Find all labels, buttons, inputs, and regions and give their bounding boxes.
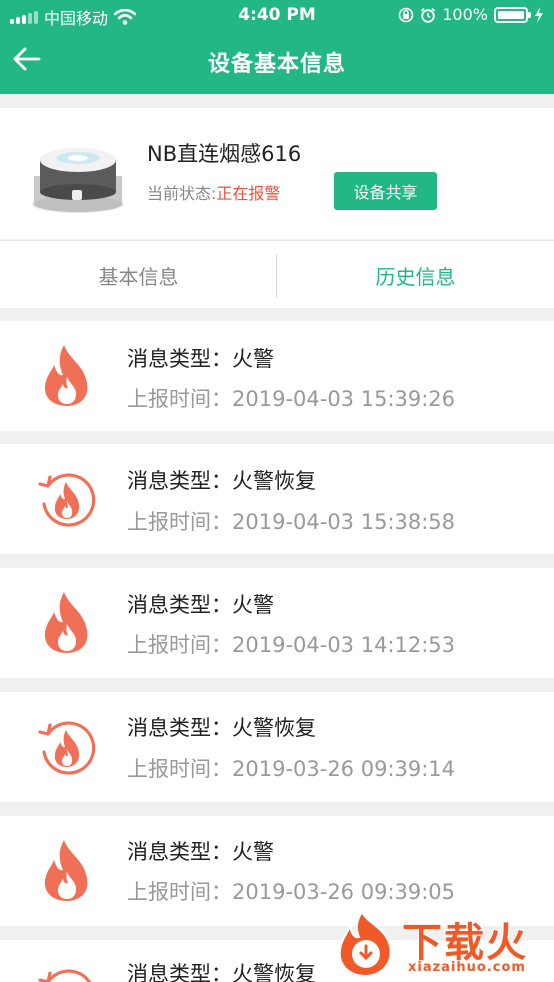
orientation-lock-icon xyxy=(398,7,414,22)
time-value: 2019-03-26 09:39:05 xyxy=(232,880,456,904)
type-label: 消息类型： xyxy=(127,716,232,740)
charging-icon xyxy=(535,6,543,23)
list-item[interactable]: 消息类型：火警恢复 上报时间：2019-03-26 09:39:14 xyxy=(0,692,554,802)
share-device-button[interactable]: 设备共享 xyxy=(334,172,437,210)
tab-bar: 基本信息 历史信息 xyxy=(0,240,554,308)
type-label: 消息类型： xyxy=(127,962,232,982)
record-time: 上报时间：2019-04-03 14:12:53 xyxy=(127,629,455,659)
record-type: 消息类型：火警恢复 xyxy=(127,958,316,982)
record-type: 消息类型：火警恢复 xyxy=(127,712,316,742)
fire-recovery-icon xyxy=(38,721,96,775)
status-value: 正在报警 xyxy=(216,184,281,203)
alarm-icon xyxy=(421,7,436,23)
time-value: 2019-04-03 15:38:58 xyxy=(232,510,456,534)
time-label: 上报时间： xyxy=(127,387,232,411)
status-right: 100% xyxy=(398,5,544,24)
record-type: 消息类型：火警 xyxy=(127,343,274,373)
record-type: 消息类型：火警恢复 xyxy=(127,465,316,495)
list-item[interactable]: 消息类型：火警 上报时间：2019-04-03 14:12:53 xyxy=(0,568,554,678)
record-time: 上报时间：2019-03-26 09:39:14 xyxy=(127,753,455,783)
time-value: 2019-04-03 15:39:26 xyxy=(232,387,456,411)
type-label: 消息类型： xyxy=(127,593,232,617)
fire-icon xyxy=(44,592,88,653)
type-label: 消息类型： xyxy=(127,840,232,864)
type-label: 消息类型： xyxy=(127,347,232,371)
tab-history-info[interactable]: 历史信息 xyxy=(277,241,554,309)
record-time: 上报时间：2019-04-03 15:39:26 xyxy=(127,383,455,413)
type-value: 火警恢复 xyxy=(232,962,316,982)
type-value: 火警恢复 xyxy=(232,716,316,740)
battery-icon xyxy=(494,6,531,23)
record-time: 上报时间：2019-03-26 09:39:05 xyxy=(127,876,455,906)
time-label: 上报时间： xyxy=(127,510,232,534)
time-label: 上报时间： xyxy=(127,757,232,781)
type-value: 火警 xyxy=(232,840,274,864)
type-value: 火警 xyxy=(232,593,274,617)
record-type: 消息类型：火警 xyxy=(127,836,274,866)
type-value: 火警 xyxy=(232,347,274,371)
list-item[interactable]: 消息类型：火警恢复 上报时间：2019-04-03 15:38:58 xyxy=(0,444,554,554)
fire-icon xyxy=(44,345,88,406)
device-status: 当前状态:正在报警 xyxy=(147,180,280,204)
fire-recovery-icon xyxy=(38,969,92,982)
record-time: 上报时间：2019-04-03 15:38:58 xyxy=(127,506,455,536)
type-value: 火警恢复 xyxy=(232,469,316,493)
watermark-logo-icon xyxy=(338,910,392,978)
list-item[interactable]: 消息类型：火警 上报时间：2019-04-03 15:39:26 xyxy=(0,321,554,431)
nav-bar: 设备基本信息 xyxy=(0,30,554,94)
time-label: 上报时间： xyxy=(127,633,232,657)
time-value: 2019-03-26 09:39:14 xyxy=(232,757,456,781)
device-card: NB直连烟感616 当前状态:正在报警 设备共享 xyxy=(0,108,554,239)
tab-basic-info[interactable]: 基本信息 xyxy=(0,241,277,309)
fire-icon xyxy=(44,840,88,901)
type-label: 消息类型： xyxy=(127,469,232,493)
time-label: 上报时间： xyxy=(127,880,232,904)
status-label: 当前状态: xyxy=(147,184,217,203)
page-title: 设备基本信息 xyxy=(207,52,346,77)
watermark: 下载火 xiazaihuo.com xyxy=(326,906,554,982)
record-type: 消息类型：火警 xyxy=(127,589,274,619)
battery-percent: 100% xyxy=(442,5,488,24)
device-name: NB直连烟感616 xyxy=(147,142,302,166)
watermark-url: xiazaihuo.com xyxy=(408,960,526,975)
status-bar: 中国移动 4:40 PM 100% xyxy=(0,0,554,30)
fire-recovery-icon xyxy=(38,473,96,527)
smoke-detector-image xyxy=(32,148,124,213)
time-value: 2019-04-03 14:12:53 xyxy=(232,633,456,657)
